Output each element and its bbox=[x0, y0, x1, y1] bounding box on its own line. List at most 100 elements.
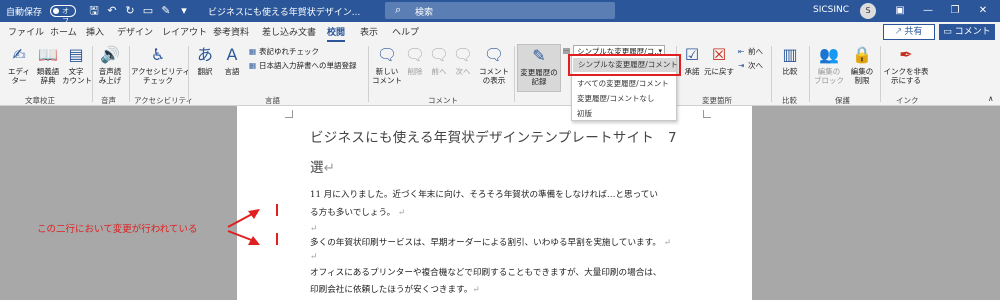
dropdown-item-all-markup[interactable]: すべての変更履歴/コメント bbox=[577, 78, 669, 89]
group-divider bbox=[809, 46, 810, 102]
show-comments-button[interactable]: 🗨 コメント の表示 bbox=[478, 44, 510, 85]
thesaurus-label: 類義語 辞典 bbox=[36, 67, 60, 85]
compare-button[interactable]: ▥ 比較 bbox=[776, 44, 804, 76]
reject-icon: ☒ bbox=[711, 45, 727, 64]
hide-ink-button[interactable]: ✒ インクを非表 示にする bbox=[883, 44, 929, 85]
group-divider bbox=[771, 46, 772, 102]
new-comment-button[interactable]: 🗨 新しい コメント bbox=[372, 44, 402, 85]
autosave-toggle[interactable]: オフ bbox=[50, 5, 76, 25]
previous-change-button[interactable]: ⇤ 前へ bbox=[738, 46, 763, 57]
search-icon: ⌕ bbox=[395, 3, 402, 16]
next-label: 次へ bbox=[455, 67, 471, 76]
dropdown-item-original[interactable]: 初版 bbox=[577, 108, 592, 119]
dictionary-icon: ▦ bbox=[249, 61, 257, 70]
paragraph-mark: ↵ bbox=[472, 285, 480, 295]
tab-insert[interactable]: 挿入 bbox=[86, 25, 104, 38]
group-accessibility: アクセシビリティ bbox=[134, 96, 194, 105]
customize-toolbar-icon[interactable]: ▾ bbox=[176, 3, 192, 19]
word-count-label: 文字 カウント bbox=[62, 67, 92, 85]
tab-references[interactable]: 参考資料 bbox=[213, 25, 249, 38]
paragraph-mark: ↵ bbox=[323, 160, 335, 176]
paragraph-2-line-1: 多くの年賀状印刷サービスは、早期オーダーによる割引、いわゆる早割を実施しています… bbox=[310, 236, 671, 248]
autosave-label: 自動保存 bbox=[6, 8, 43, 18]
translate-button[interactable]: あ翻訳 bbox=[192, 44, 218, 76]
next-change-button[interactable]: ⇥ 次へ bbox=[738, 60, 763, 71]
document-page[interactable]: ビジネスにも使える年賀状デザインテンプレートサイト 7 選↵ 11 月に入りまし… bbox=[237, 106, 752, 300]
tab-layout[interactable]: レイアウト bbox=[162, 25, 207, 38]
accept-icon: ☑ bbox=[684, 45, 700, 64]
thesaurus-button[interactable]: 📖 類義語 辞典 bbox=[33, 44, 63, 85]
tab-design[interactable]: デザイン bbox=[117, 25, 153, 38]
reject-button[interactable]: ☒ 元に戻す bbox=[704, 44, 734, 76]
tab-help[interactable]: ヘルプ bbox=[392, 25, 419, 38]
search-box[interactable]: ⌕ 検索 bbox=[385, 2, 615, 19]
track-changes-button[interactable]: ✎ 変更履歴の 記録 bbox=[517, 44, 561, 92]
menu-tabs: ファイル ホーム 挿入 デザイン レイアウト 参考資料 差し込み文書 校閲 表示… bbox=[0, 22, 1000, 42]
restore-icon[interactable]: ❐ bbox=[948, 3, 962, 19]
toggle-knob bbox=[53, 8, 59, 14]
accept-button[interactable]: ☑ 承諾 bbox=[680, 44, 704, 76]
language-icon: A bbox=[226, 45, 238, 64]
share-button[interactable]: 🡕 共有 bbox=[883, 24, 935, 40]
collapse-ribbon-icon[interactable]: ∧ bbox=[988, 94, 994, 103]
next-comment-icon: 🗨 bbox=[452, 45, 474, 64]
minimize-icon[interactable]: — bbox=[921, 3, 935, 19]
tab-file[interactable]: ファイル bbox=[8, 25, 44, 38]
ime-consistency-button[interactable]: ▦ 表記ゆれチェック bbox=[249, 46, 319, 57]
avatar[interactable]: S bbox=[860, 3, 876, 19]
tab-view[interactable]: 表示 bbox=[360, 25, 378, 38]
empty-paragraph: ↵ bbox=[310, 252, 318, 262]
paragraph-1-line-2: る方も多いでしょう。 ↵ bbox=[310, 206, 405, 218]
track-changes-icon: ✎ bbox=[532, 46, 546, 65]
next-comment-button[interactable]: 🗨 次へ bbox=[452, 44, 474, 76]
lock-icon: 🔒 bbox=[852, 45, 872, 64]
word-count-icon: ▤ bbox=[68, 45, 84, 64]
editor-icon: ✍ bbox=[12, 45, 26, 64]
language-label: 言語 bbox=[224, 67, 240, 76]
tab-home[interactable]: ホーム bbox=[50, 25, 77, 38]
block-authors-button[interactable]: 👥 編集の ブロック bbox=[812, 44, 846, 85]
group-proofing: 文章校正 bbox=[25, 96, 55, 105]
group-speech: 音声 bbox=[101, 96, 116, 105]
group-changes: 変更箇所 bbox=[702, 96, 732, 105]
accept-label: 承諾 bbox=[684, 67, 700, 76]
corner-mark bbox=[703, 110, 711, 118]
print-preview-icon[interactable]: ▭ bbox=[140, 3, 156, 19]
paragraph-3-line-1: オフィスにあるプリンターや複合機などで印刷することもできますが、大量印刷の場合は… bbox=[310, 268, 662, 278]
change-bar bbox=[276, 233, 278, 245]
read-aloud-button[interactable]: 🔊 音声読 み上げ bbox=[95, 44, 125, 85]
undo-icon[interactable]: ↶ bbox=[104, 3, 120, 19]
highlight-box bbox=[568, 54, 681, 76]
compare-label: 比較 bbox=[782, 67, 798, 76]
language-button[interactable]: A 言語 bbox=[220, 44, 244, 76]
tab-review[interactable]: 校閲 bbox=[327, 25, 346, 42]
user-name[interactable]: SICSINC bbox=[813, 5, 849, 15]
accessibility-check-button[interactable]: ♿ アクセシビリティ チェック bbox=[131, 44, 190, 85]
redo-icon[interactable]: ↻ bbox=[122, 3, 138, 19]
delete-comment-button[interactable]: 🗨 削除 bbox=[404, 44, 426, 76]
comments-label: コメント bbox=[954, 27, 991, 37]
arrow-head-down bbox=[248, 236, 260, 245]
next-change-icon: ⇥ bbox=[738, 61, 745, 70]
comments-button[interactable]: ▭ コメント bbox=[939, 24, 995, 40]
format-painter-icon[interactable]: ✎ bbox=[158, 3, 174, 19]
close-icon[interactable]: ✕ bbox=[976, 3, 990, 19]
save-icon[interactable]: 🖫 bbox=[86, 3, 102, 19]
dropdown-item-no-markup[interactable]: 変更履歴/コメントなし bbox=[577, 93, 655, 104]
tab-mailings[interactable]: 差し込み文書 bbox=[262, 25, 316, 38]
document-title: ビジネスにも使える年賀状デザイン... bbox=[208, 8, 361, 18]
ime-dictionary-button[interactable]: ▦ 日本語入力辞書への単語登録 bbox=[249, 60, 357, 71]
prev-label: 前へ bbox=[431, 67, 447, 76]
arrow-line-up bbox=[227, 212, 255, 228]
word-count-button[interactable]: ▤ 文字 カウント bbox=[62, 44, 92, 85]
prev-comment-button[interactable]: 🗨 前へ bbox=[428, 44, 450, 76]
ribbon-display-icon[interactable]: ▣ bbox=[893, 3, 907, 19]
delete-comment-icon: 🗨 bbox=[404, 45, 426, 64]
group-divider bbox=[92, 46, 93, 102]
group-divider bbox=[368, 46, 369, 102]
search-placeholder: 検索 bbox=[415, 8, 434, 18]
ink-pen-icon: ✒ bbox=[899, 45, 913, 64]
previous-change-icon: ⇤ bbox=[738, 47, 745, 56]
restrict-editing-button[interactable]: 🔒 編集の 制限 bbox=[847, 44, 877, 85]
editor-button[interactable]: ✍ エディ ター bbox=[4, 44, 34, 85]
